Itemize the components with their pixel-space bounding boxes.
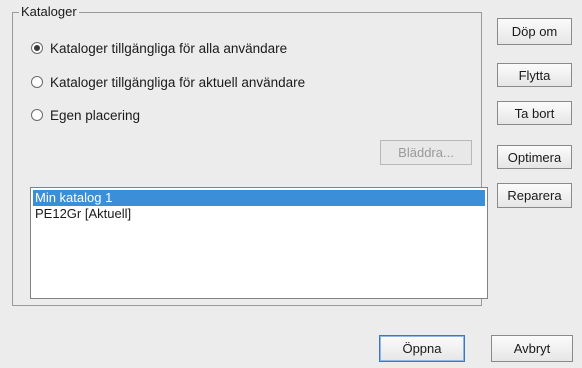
optimize-button[interactable]: Optimera (497, 145, 572, 169)
radio-label-all-users: Kataloger tillgängliga för alla användar… (50, 40, 288, 56)
remove-button[interactable]: Ta bort (497, 101, 572, 125)
radio-button-icon[interactable] (31, 76, 43, 88)
radio-custom-location[interactable]: Egen placering (31, 106, 140, 124)
radio-current-user[interactable]: Kataloger tillgängliga för aktuell använ… (31, 73, 305, 91)
list-item-pe12gr[interactable]: PE12Gr [Aktuell] (33, 206, 485, 222)
radio-label-current-user: Kataloger tillgängliga för aktuell använ… (50, 74, 306, 90)
radio-label-custom-location: Egen placering (50, 107, 141, 123)
groupbox-legend: Kataloger (19, 4, 79, 20)
radio-all-users[interactable]: Kataloger tillgängliga för alla användar… (31, 39, 287, 57)
cancel-button[interactable]: Avbryt (491, 335, 573, 362)
catalogs-groupbox: Kataloger Kataloger tillgängliga för all… (12, 4, 488, 306)
radio-button-icon[interactable] (31, 42, 43, 54)
repair-button[interactable]: Reparera (497, 183, 572, 208)
list-item-min-katalog[interactable]: Min katalog 1 (33, 190, 485, 206)
open-button[interactable]: Öppna (379, 335, 465, 362)
move-button[interactable]: Flytta (497, 63, 572, 87)
radio-button-icon[interactable] (31, 109, 43, 121)
catalog-listbox[interactable]: Min katalog 1 PE12Gr [Aktuell] (30, 187, 488, 299)
rename-button[interactable]: Döp om (497, 18, 572, 45)
browse-button[interactable]: Bläddra... (380, 140, 472, 165)
